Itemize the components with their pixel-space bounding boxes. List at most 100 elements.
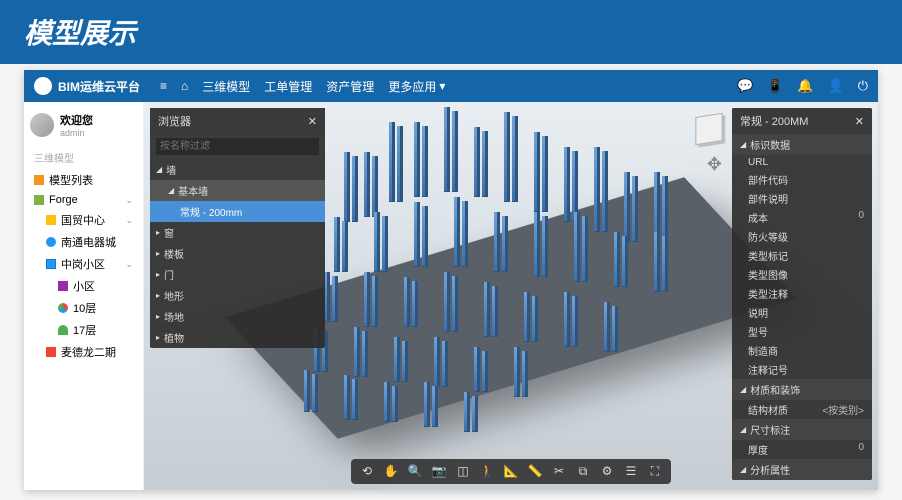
building[interactable] (522, 351, 528, 397)
building[interactable] (542, 136, 548, 212)
pan-icon[interactable]: ✋ (383, 464, 399, 479)
building[interactable] (602, 151, 608, 232)
close-icon[interactable]: ✕ (855, 115, 864, 128)
building[interactable] (612, 306, 618, 352)
prop-url[interactable]: URL (732, 155, 872, 170)
measure-icon[interactable]: 📐 (503, 464, 519, 479)
building[interactable] (372, 276, 378, 327)
building[interactable] (482, 131, 488, 197)
building[interactable] (512, 116, 518, 202)
nav-compass-icon[interactable]: ✥ (707, 154, 722, 175)
building[interactable] (352, 156, 358, 222)
building[interactable] (354, 327, 360, 377)
prop-cost[interactable]: 成本0 (732, 208, 872, 227)
prop-struct-mat[interactable]: 结构材质<按类别> (732, 400, 872, 419)
prop-section-dimension[interactable]: ◢尺寸标注 (732, 419, 872, 440)
sidebar-item-nantong[interactable]: 南通电器城 (28, 231, 139, 253)
building[interactable] (484, 282, 490, 337)
building[interactable] (352, 379, 358, 420)
mobile-icon[interactable]: 📱 (767, 78, 783, 94)
building[interactable] (344, 152, 350, 222)
tree-wall[interactable]: ◢墙 (150, 159, 325, 180)
ruler-icon[interactable]: 📏 (527, 464, 543, 479)
tree-ground[interactable]: ▸场地 (150, 306, 325, 327)
chat-icon[interactable]: 💬 (737, 78, 753, 94)
building[interactable] (622, 236, 628, 287)
menu-hamburger-icon[interactable]: ≡ (160, 79, 167, 93)
building[interactable] (574, 212, 580, 282)
properties-icon[interactable]: ☰ (623, 464, 639, 479)
tree-floor[interactable]: ▸楼板 (150, 243, 325, 264)
explode-icon[interactable]: ✂ (551, 464, 567, 479)
building[interactable] (474, 127, 480, 197)
building[interactable] (502, 216, 508, 272)
prop-type-image[interactable]: 类型图像 (732, 265, 872, 284)
building[interactable] (572, 296, 578, 347)
building[interactable] (432, 386, 438, 427)
sidebar-item-guomao[interactable]: 国贸中心⌄ (28, 209, 139, 231)
prop-desc[interactable]: 说明 (732, 303, 872, 322)
building[interactable] (472, 396, 478, 432)
building[interactable] (524, 292, 530, 342)
prop-type-note[interactable]: 类型注释 (732, 284, 872, 303)
prop-part-code[interactable]: 部件代码 (732, 170, 872, 189)
building[interactable] (332, 276, 338, 322)
tree-selected[interactable]: 常规 - 200mm (150, 201, 325, 222)
building[interactable] (344, 375, 350, 420)
building[interactable] (397, 126, 403, 202)
sidebar-item-meidelong[interactable]: 麦德龙二期 (28, 341, 139, 363)
sidebar-item-model-list[interactable]: 模型列表 (28, 169, 139, 191)
building[interactable] (389, 122, 395, 202)
prop-note-mark[interactable]: 注释记号 (732, 360, 872, 379)
prop-type-mark[interactable]: 类型标记 (732, 246, 872, 265)
sidebar-item-xiaoqu[interactable]: 小区 (28, 275, 139, 297)
tree-window[interactable]: ▸窗 (150, 222, 325, 243)
power-icon[interactable]: ⏻ (858, 78, 868, 94)
building[interactable] (424, 382, 430, 427)
prop-thickness[interactable]: 厚度0 (732, 440, 872, 459)
settings-icon[interactable]: ⚙ (599, 464, 615, 479)
building[interactable] (404, 277, 410, 327)
prop-mfr[interactable]: 制造商 (732, 341, 872, 360)
building[interactable] (594, 147, 600, 232)
camera-icon[interactable]: 📷 (431, 464, 447, 479)
building[interactable] (654, 232, 660, 292)
menu-asset[interactable]: 资产管理 (326, 78, 374, 95)
building[interactable] (392, 386, 398, 422)
building[interactable] (632, 176, 638, 242)
building[interactable] (422, 206, 428, 267)
building[interactable] (474, 347, 480, 392)
tree-plant[interactable]: ▸植物 (150, 327, 325, 348)
prop-section-analysis[interactable]: ◢分析属性 (732, 459, 872, 480)
building[interactable] (452, 276, 458, 332)
building[interactable] (374, 212, 380, 272)
building[interactable] (494, 212, 500, 272)
building[interactable] (582, 216, 588, 282)
building[interactable] (414, 202, 420, 267)
building[interactable] (604, 302, 610, 352)
walk-icon[interactable]: 🚶 (479, 464, 495, 479)
sidebar-item-floor17[interactable]: 17层 (28, 319, 139, 341)
orbit-icon[interactable]: ⟲ (359, 464, 375, 479)
prop-section-id[interactable]: ◢标识数据 (732, 134, 872, 155)
menu-home-icon[interactable]: ⌂ (181, 79, 188, 93)
building[interactable] (614, 232, 620, 287)
building[interactable] (382, 216, 388, 272)
tree-basic-wall[interactable]: ◢基本墙 (150, 180, 325, 201)
building[interactable] (564, 292, 570, 347)
properties-panel-header[interactable]: 常规 - 200MM ✕ (732, 108, 872, 134)
building[interactable] (372, 156, 378, 217)
building[interactable] (412, 281, 418, 327)
building[interactable] (342, 221, 348, 272)
building[interactable] (482, 351, 488, 392)
building[interactable] (542, 216, 548, 277)
menu-workorder[interactable]: 工单管理 (264, 78, 312, 95)
prop-part-desc[interactable]: 部件说明 (732, 189, 872, 208)
building[interactable] (564, 147, 570, 222)
3d-viewer[interactable]: ✥ 浏览器 ✕ ◢墙 ◢基本墙 常规 - 200mm ▸窗 ▸楼板 ▸门 ▸地形… (144, 102, 878, 490)
building[interactable] (364, 272, 370, 327)
sidebar-item-zhonggang[interactable]: 中岗小区⌄ (28, 253, 139, 275)
building[interactable] (464, 392, 470, 432)
building[interactable] (442, 341, 448, 387)
building[interactable] (444, 107, 450, 192)
